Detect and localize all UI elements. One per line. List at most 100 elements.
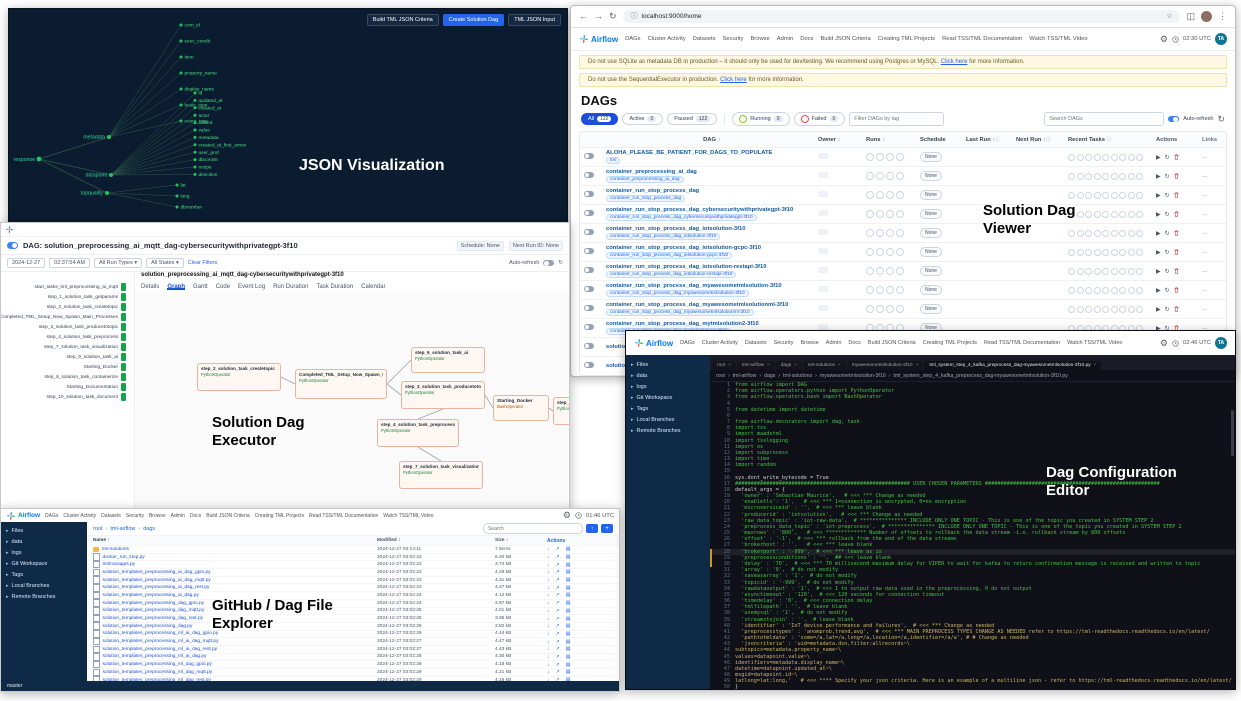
upload-button[interactable]: ↑ (586, 524, 598, 533)
tab-code[interactable]: Code (216, 284, 230, 290)
task-row[interactable]: Starting_Documentation (1, 382, 134, 392)
file-name-cell[interactable]: tmlmonapps.py (93, 560, 377, 569)
nav-item-datasets[interactable]: Datasets (745, 340, 767, 346)
task-status-circle[interactable] (1093, 191, 1101, 199)
graph-node-step-3-solution-task-producetotopic[interactable]: step_3_solution_task_producetotopic Pytho… (401, 381, 485, 409)
nav-item-datasets[interactable]: Datasets (693, 36, 716, 42)
editor-tab-tml-airflow[interactable]: tml-airflow × (737, 361, 775, 370)
nav-item-read-tss-tml-documentation[interactable]: Read TSS/TML Documentation (309, 513, 378, 519)
json-leaf-node[interactable] (193, 150, 197, 154)
details-icon[interactable]: ▤ (566, 616, 571, 622)
task-instance-square[interactable] (121, 383, 126, 391)
task-instance-square[interactable] (121, 313, 126, 321)
dag-tag-chip[interactable]: container_run_stop_process_dag_iotsoluti… (606, 271, 737, 278)
details-icon[interactable]: ▤ (566, 554, 571, 560)
nav-item-creating-tml-projects[interactable]: Creating TML Projects (255, 513, 304, 519)
open-icon[interactable]: ↗ (556, 623, 560, 629)
task-status-circle[interactable] (1110, 286, 1118, 294)
file-name-cell[interactable]: solution_templates_preprocessing_ml_ai_d… (93, 637, 377, 646)
task-status-circle[interactable] (1127, 267, 1135, 275)
nav-item-browse[interactable]: Browse (800, 340, 818, 346)
run-status-circle[interactable] (876, 172, 884, 180)
details-icon[interactable]: ▤ (566, 569, 571, 575)
task-status-circle[interactable] (1119, 191, 1126, 199)
task-status-circle[interactable] (1085, 172, 1092, 180)
file-name-cell[interactable]: solution_templates_preprocessing_ai_dag_… (93, 576, 377, 584)
download-icon[interactable]: ↓ (547, 546, 550, 552)
breadcrumb-root[interactable]: root (93, 526, 102, 532)
task-instance-square[interactable] (121, 283, 126, 291)
site-info-icon[interactable]: ⓘ (631, 13, 638, 20)
download-icon[interactable]: ↓ (547, 554, 550, 560)
open-icon[interactable]: ↗ (556, 577, 560, 583)
dag-tag-chip[interactable]: container_run_stop_process_dag_myawesome… (606, 290, 749, 297)
task-status-circle[interactable] (1127, 210, 1135, 218)
base-time-input[interactable]: 02:37:54 AM (49, 258, 91, 268)
file-row[interactable]: solution_templates_preprocessing_ml_ai_d… (87, 637, 619, 646)
nav-item-build-json-criteria[interactable]: Build JSON Criteria (868, 340, 916, 346)
browser-menu-icon[interactable]: ⋮ (1218, 12, 1227, 21)
links-menu[interactable]: … (1202, 211, 1208, 217)
gear-icon[interactable]: ⚙ (1160, 34, 1168, 44)
task-status-circle[interactable] (1085, 191, 1092, 199)
task-status-circle[interactable] (1093, 267, 1101, 275)
task-status-circle[interactable] (1102, 172, 1109, 180)
task-status-circle[interactable] (1136, 286, 1143, 294)
sidebar-item-logs[interactable]: ▸ logs (1, 547, 87, 558)
tab-gantt[interactable]: Gantt (193, 284, 208, 290)
task-row[interactable]: start_tasks_tml_preprocessing_ai_mqtt (1, 282, 134, 292)
task-instance-square[interactable] (121, 353, 126, 361)
download-icon[interactable]: ↓ (547, 639, 550, 645)
nav-item-dags[interactable]: DAGs (45, 513, 58, 519)
play-dag-button[interactable]: ▶ (1156, 306, 1161, 313)
new-file-button[interactable]: + (601, 524, 613, 533)
sidebar-item-git-workspace[interactable]: ▸ Git Workspace (626, 392, 710, 403)
dag-pause-toggle[interactable] (584, 324, 594, 330)
file-name-cell[interactable]: solution_templates_preprocessing_ml_dag_… (93, 660, 377, 669)
task-status-circle[interactable] (1102, 305, 1109, 313)
task-status-circle[interactable] (1085, 267, 1092, 275)
links-menu[interactable]: … (1202, 268, 1208, 274)
task-status-circle[interactable] (1119, 286, 1126, 294)
task-status-circle[interactable] (1068, 248, 1075, 256)
task-status-circle[interactable] (1110, 267, 1118, 275)
run-status-circle[interactable] (896, 286, 904, 294)
dag-pause-toggle[interactable] (7, 242, 18, 249)
task-status-circle[interactable] (1093, 248, 1101, 256)
task-status-circle[interactable] (1093, 305, 1101, 313)
task-instance-square[interactable] (121, 373, 126, 381)
dag-pause-toggle[interactable] (584, 343, 594, 349)
nav-item-build-json-criteria[interactable]: Build JSON Criteria (206, 513, 249, 519)
json-leaf-node[interactable] (179, 103, 183, 107)
json-group-node[interactable] (109, 173, 113, 177)
task-row[interactable]: step_4_solution_task_preprocess (1, 332, 134, 342)
task-status-circle[interactable] (1136, 210, 1143, 218)
task-status-circle[interactable] (1119, 153, 1126, 161)
create-solution-dag-button[interactable]: Create Solution Dag (442, 14, 505, 26)
run-status-circle[interactable] (876, 153, 884, 161)
details-icon[interactable]: ▤ (566, 631, 571, 637)
task-status-circle[interactable] (1076, 267, 1084, 275)
task-status-circle[interactable] (1076, 286, 1084, 294)
airflow-logo-link[interactable]: Airflow (579, 34, 618, 44)
breadcrumb-dags[interactable]: dags (764, 373, 775, 379)
nav-item-security[interactable]: Security (126, 513, 144, 519)
download-icon[interactable]: ↓ (547, 616, 550, 622)
graph-node-step-9-solution-task-ai[interactable]: step_9_solution_task_ai PythonOperator (411, 347, 485, 373)
delete-dag-button[interactable] (1174, 230, 1179, 236)
sort-icon[interactable]: ↕ (883, 137, 886, 143)
tab-run-duration[interactable]: Run Duration (273, 284, 308, 290)
file-name-cell[interactable]: solution_templates_preprocessing_ai_dag_… (93, 568, 377, 577)
base-date-input[interactable]: 2024-12-27 (7, 258, 46, 268)
details-icon[interactable]: ▤ (566, 662, 571, 668)
task-status-circle[interactable] (1102, 191, 1109, 199)
run-status-circle[interactable] (866, 172, 874, 180)
code-area[interactable]: 1 from airflow import DAG 2 from airflow.op… (710, 382, 1235, 689)
tml-json-input-button[interactable]: TML JSON Input (508, 14, 561, 26)
dag-tag-chip[interactable]: container_run_stop_process_dag (606, 195, 686, 202)
download-icon[interactable]: ↓ (547, 600, 550, 606)
json-leaf-node[interactable] (179, 23, 183, 27)
open-icon[interactable]: ↗ (556, 600, 560, 606)
sidebar-item-files[interactable]: ▸ Files (1, 525, 87, 536)
breadcrumb-tml-airflow[interactable]: tml-airflow (733, 373, 757, 379)
